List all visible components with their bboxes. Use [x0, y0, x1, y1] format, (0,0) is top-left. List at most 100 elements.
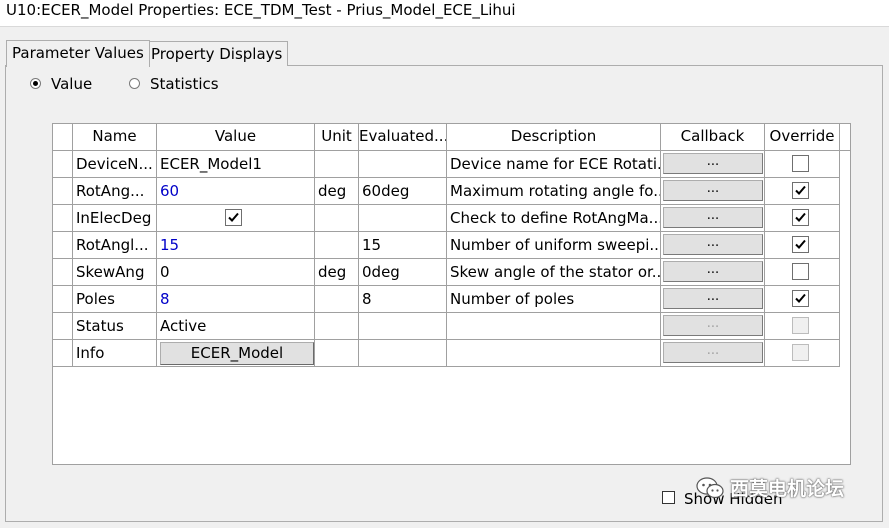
- column-header-override[interactable]: Override: [765, 124, 840, 151]
- callback-cell: ...: [661, 313, 765, 340]
- title-bar: U10:ECER_Model Properties: ECE_TDM_Test …: [0, 0, 889, 27]
- override-checkbox[interactable]: [792, 155, 809, 172]
- radio-statistics-indicator[interactable]: [129, 78, 140, 89]
- param-name: Status: [73, 313, 157, 340]
- callback-cell: ...: [661, 259, 765, 286]
- row-selector[interactable]: [53, 286, 73, 313]
- row-selector[interactable]: [53, 259, 73, 286]
- param-evaluated: 60deg: [359, 178, 447, 205]
- override-cell: [765, 340, 840, 367]
- param-value: 15: [160, 236, 180, 254]
- callback-button[interactable]: ...: [663, 234, 763, 255]
- tab-parameter-values[interactable]: Parameter Values: [6, 40, 150, 67]
- param-value: ECER_Model1: [160, 155, 262, 173]
- param-name: InElecDeg: [73, 205, 157, 232]
- row-selector[interactable]: [53, 232, 73, 259]
- param-value-cell[interactable]: 15: [157, 232, 315, 259]
- param-unit: [315, 340, 359, 367]
- override-checkbox: [792, 344, 809, 361]
- param-evaluated: 15: [359, 232, 447, 259]
- param-value-cell[interactable]: ECER_Model: [157, 340, 315, 367]
- callback-button[interactable]: ...: [663, 207, 763, 228]
- table-corner: [53, 124, 73, 151]
- tab-property-displays[interactable]: Property Displays: [145, 41, 289, 66]
- radio-statistics-label: Statistics: [150, 75, 219, 93]
- override-cell: [765, 178, 840, 205]
- column-header-name[interactable]: Name: [73, 124, 157, 151]
- param-value-checkbox[interactable]: [225, 209, 242, 226]
- override-cell: [765, 151, 840, 178]
- param-name: RotAng...: [73, 178, 157, 205]
- param-name: Info: [73, 340, 157, 367]
- override-cell: [765, 232, 840, 259]
- callback-button[interactable]: ...: [663, 288, 763, 309]
- param-description: Number of uniform sweepi...: [447, 232, 661, 259]
- row-selector[interactable]: [53, 313, 73, 340]
- param-unit: [315, 205, 359, 232]
- param-unit: [315, 286, 359, 313]
- param-description: Skew angle of the stator or...: [447, 259, 661, 286]
- callback-button: ...: [663, 315, 763, 336]
- param-description: Maximum rotating angle fo...: [447, 178, 661, 205]
- param-name: SkewAng: [73, 259, 157, 286]
- param-unit: deg: [315, 259, 359, 286]
- callback-button: ...: [663, 342, 763, 363]
- callback-button[interactable]: ...: [663, 180, 763, 201]
- row-selector[interactable]: [53, 205, 73, 232]
- column-header-evaluated[interactable]: Evaluated...: [359, 124, 447, 151]
- callback-cell: ...: [661, 151, 765, 178]
- override-cell: [765, 259, 840, 286]
- column-header-description[interactable]: Description: [447, 124, 661, 151]
- column-header-callback[interactable]: Callback: [661, 124, 765, 151]
- override-cell: [765, 286, 840, 313]
- param-description: Check to define RotAngMa...: [447, 205, 661, 232]
- row-selector[interactable]: [53, 340, 73, 367]
- param-evaluated: [359, 340, 447, 367]
- column-header-value[interactable]: Value: [157, 124, 315, 151]
- param-unit: [315, 151, 359, 178]
- callback-button[interactable]: ...: [663, 261, 763, 282]
- row-selector[interactable]: [53, 151, 73, 178]
- override-cell: [765, 205, 840, 232]
- param-value-cell[interactable]: ECER_Model1: [157, 151, 315, 178]
- param-name: Poles: [73, 286, 157, 313]
- param-evaluated: [359, 205, 447, 232]
- param-value: 0: [160, 263, 170, 281]
- param-unit: [315, 313, 359, 340]
- override-checkbox[interactable]: [792, 236, 809, 253]
- callback-cell: ...: [661, 178, 765, 205]
- param-value: 60: [160, 182, 180, 200]
- param-evaluated: [359, 313, 447, 340]
- radio-value-indicator[interactable]: [30, 78, 41, 89]
- show-hidden-checkbox[interactable]: [662, 491, 675, 504]
- param-evaluated: 0deg: [359, 259, 447, 286]
- radio-value-label: Value: [51, 75, 93, 93]
- param-description: [447, 340, 661, 367]
- column-header-unit[interactable]: Unit: [315, 124, 359, 151]
- param-unit: [315, 232, 359, 259]
- param-description: [447, 313, 661, 340]
- param-value-cell[interactable]: Active: [157, 313, 315, 340]
- param-value-cell[interactable]: 8: [157, 286, 315, 313]
- row-selector[interactable]: [53, 178, 73, 205]
- override-checkbox[interactable]: [792, 209, 809, 226]
- override-checkbox[interactable]: [792, 263, 809, 280]
- info-button[interactable]: ECER_Model: [160, 342, 314, 365]
- param-value-cell[interactable]: 0: [157, 259, 315, 286]
- param-value-cell[interactable]: [157, 205, 315, 232]
- param-description: Device name for ECE Rotati...: [447, 151, 661, 178]
- override-checkbox[interactable]: [792, 290, 809, 307]
- callback-cell: ...: [661, 232, 765, 259]
- wechat-icon: [696, 476, 724, 505]
- param-evaluated: [359, 151, 447, 178]
- param-unit: deg: [315, 178, 359, 205]
- column-header-filler: [840, 124, 850, 151]
- override-checkbox: [792, 317, 809, 334]
- callback-cell: ...: [661, 286, 765, 313]
- param-value-cell[interactable]: 60: [157, 178, 315, 205]
- callback-button[interactable]: ...: [663, 153, 763, 174]
- override-checkbox[interactable]: [792, 182, 809, 199]
- parameter-table: Name Value Unit Evaluated... Description Call…: [52, 123, 851, 465]
- param-name: RotAngl...: [73, 232, 157, 259]
- param-name: DeviceN...: [73, 151, 157, 178]
